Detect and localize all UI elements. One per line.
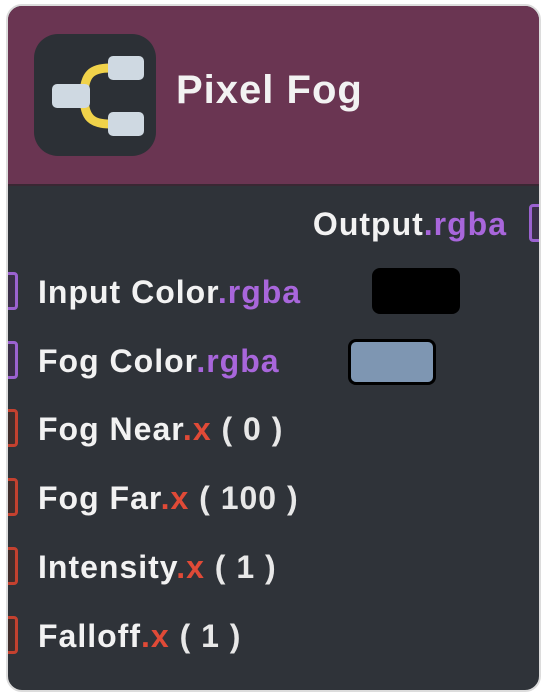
fog-far-port[interactable] xyxy=(8,478,18,516)
input-row-fog-near: Fog Near.x ( 0 ) xyxy=(8,405,539,453)
input-row-fog-far: Fog Far.x ( 100 ) xyxy=(8,474,539,522)
output-label: Output.rgba xyxy=(312,206,507,242)
fog-color-swatch[interactable] xyxy=(348,339,436,385)
fog-far-value[interactable]: ( 100 ) xyxy=(189,480,298,516)
branch-icon xyxy=(52,56,144,136)
input-row-intensity: Intensity.x ( 1 ) xyxy=(8,543,539,591)
node-header[interactable]: Pixel Fog xyxy=(8,6,539,186)
intensity-port[interactable] xyxy=(8,547,18,585)
fog-near-port[interactable] xyxy=(8,409,18,447)
fog-far-label: Fog Far.x ( 100 ) xyxy=(38,480,299,516)
input-row-falloff: Falloff.x ( 1 ) xyxy=(8,612,539,660)
falloff-value[interactable]: ( 1 ) xyxy=(170,618,242,654)
fog-color-label: Fog Color.rgba xyxy=(38,343,280,379)
input-color-label: Input Color.rgba xyxy=(38,274,302,310)
intensity-label: Intensity.x ( 1 ) xyxy=(38,549,277,585)
input-row-input-color: Input Color.rgba xyxy=(8,268,539,316)
fog-near-value[interactable]: ( 0 ) xyxy=(212,411,284,447)
falloff-port[interactable] xyxy=(8,616,18,654)
input-color-port[interactable] xyxy=(8,272,18,310)
intensity-value[interactable]: ( 1 ) xyxy=(205,549,277,585)
output-row: Output.rgba xyxy=(8,200,539,248)
fog-near-label: Fog Near.x ( 0 ) xyxy=(38,411,284,447)
output-port[interactable] xyxy=(529,204,539,242)
node-title: Pixel Fog xyxy=(176,68,363,112)
node-icon-box xyxy=(34,34,156,156)
input-color-swatch[interactable] xyxy=(372,268,460,314)
fog-color-port[interactable] xyxy=(8,341,18,379)
shader-node[interactable]: Pixel Fog Output.rgba Input Color.rgba F… xyxy=(6,4,541,692)
falloff-label: Falloff.x ( 1 ) xyxy=(38,618,242,654)
input-row-fog-color: Fog Color.rgba xyxy=(8,337,539,385)
